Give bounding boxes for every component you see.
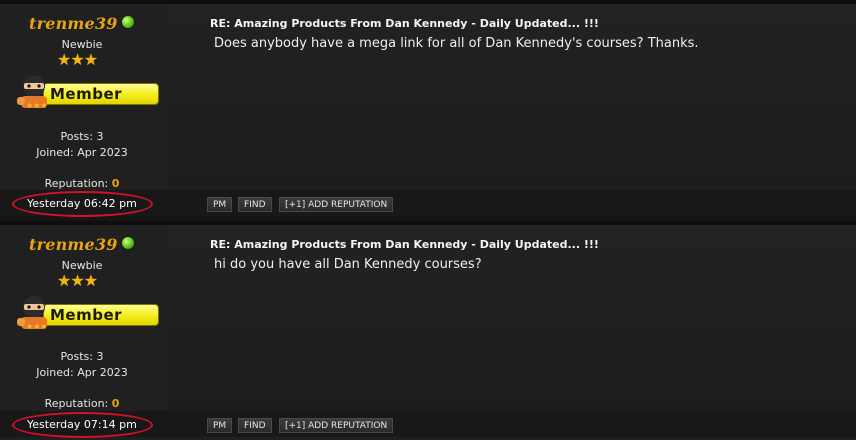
- rank-stars-icon: ★★★: [57, 271, 98, 290]
- pm-button[interactable]: PM: [207, 197, 233, 212]
- post-content: RE: Amazing Products From Dan Kennedy - …: [168, 4, 856, 190]
- ninja-rank-icon: ★★★: [17, 296, 48, 331]
- reputation: Reputation: 0: [0, 397, 164, 410]
- svg-text:★★★: ★★★: [26, 101, 48, 110]
- post-count: Posts: 3: [0, 130, 164, 143]
- joined-value: Apr 2023: [77, 146, 128, 159]
- online-status-icon: [122, 237, 134, 249]
- author-panel: trenme39 Newbie ★★★ Member ★★★ Posts: 3 …: [0, 225, 168, 411]
- post: trenme39 Newbie ★★★ Member ★★★ Posts: 3 …: [0, 0, 856, 217]
- post-title[interactable]: RE: Amazing Products From Dan Kennedy - …: [210, 17, 599, 30]
- posts-label: Posts:: [60, 130, 93, 143]
- add-reputation-button[interactable]: [+1] ADD REPUTATION: [279, 418, 394, 433]
- highlight-ellipse: [12, 412, 153, 438]
- ninja-rank-icon: ★★★: [17, 75, 48, 110]
- post-footer: Yesterday 07:14 pm PM FIND [+1] ADD REPU…: [0, 411, 856, 438]
- post-title[interactable]: RE: Amazing Products From Dan Kennedy - …: [210, 238, 599, 251]
- post-body: hi do you have all Dan Kennedy courses?: [214, 257, 482, 272]
- pm-button[interactable]: PM: [207, 418, 233, 433]
- member-badge: Member ★★★: [12, 70, 158, 112]
- author-panel: trenme39 Newbie ★★★ Member ★★★ Posts: 3 …: [0, 4, 168, 190]
- add-reputation-button[interactable]: [+1] ADD REPUTATION: [279, 197, 394, 212]
- joined-value: Apr 2023: [77, 366, 128, 379]
- posts-value: 3: [96, 350, 104, 363]
- post-body: Does anybody have a mega link for all of…: [214, 36, 699, 51]
- find-button[interactable]: FIND: [238, 418, 272, 433]
- posts-label: Posts:: [60, 350, 93, 363]
- post-footer: Yesterday 06:42 pm PM FIND [+1] ADD REPU…: [0, 190, 856, 217]
- find-button[interactable]: FIND: [238, 197, 272, 212]
- reputation: Reputation: 0: [0, 177, 164, 190]
- rank-stars-icon: ★★★: [57, 50, 98, 69]
- joined-label: Joined:: [36, 366, 74, 379]
- svg-text:★★★: ★★★: [26, 322, 48, 331]
- badge-text: Member: [50, 306, 123, 324]
- badge-text: Member: [50, 85, 123, 103]
- username-link[interactable]: trenme39: [29, 235, 118, 254]
- joined-date: Joined: Apr 2023: [0, 366, 164, 379]
- reputation-value[interactable]: 0: [112, 397, 120, 410]
- joined-date: Joined: Apr 2023: [0, 146, 164, 159]
- post: trenme39 Newbie ★★★ Member ★★★ Posts: 3 …: [0, 221, 856, 440]
- joined-label: Joined:: [36, 146, 74, 159]
- post-content: RE: Amazing Products From Dan Kennedy - …: [168, 225, 856, 411]
- post-count: Posts: 3: [0, 350, 164, 363]
- reputation-value[interactable]: 0: [112, 177, 120, 190]
- username-link[interactable]: trenme39: [29, 14, 118, 33]
- posts-value: 3: [96, 130, 104, 143]
- online-status-icon: [122, 16, 134, 28]
- reputation-label: Reputation:: [44, 177, 109, 190]
- member-badge: Member ★★★: [12, 291, 158, 333]
- highlight-ellipse: [12, 191, 153, 217]
- reputation-label: Reputation:: [44, 397, 109, 410]
